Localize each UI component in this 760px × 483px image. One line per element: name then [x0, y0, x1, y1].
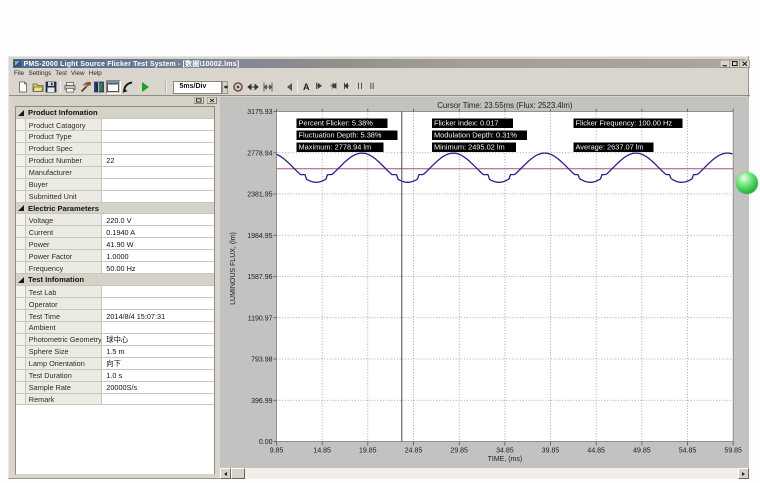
svg-text:396.99: 396.99 — [251, 397, 273, 404]
svg-text:Cursor Time: 23.55ms (Flux: 25: Cursor Time: 23.55ms (Flux: 2523.4lm) — [437, 101, 573, 110]
svg-text:24.85: 24.85 — [404, 447, 422, 454]
svg-text:Modulation Depth: 0.31%: Modulation Depth: 0.31% — [434, 130, 517, 139]
svg-text:2381.95: 2381.95 — [247, 191, 272, 198]
svg-text:Percent Flicker: 5.38%: Percent Flicker: 5.38% — [298, 118, 373, 127]
svg-text:2778.94: 2778.94 — [247, 150, 272, 157]
svg-text:Maximum: 2778.94 lm: Maximum: 2778.94 lm — [298, 142, 371, 151]
svg-text:TIME, (ms): TIME, (ms) — [487, 456, 522, 463]
svg-text:1587.96: 1587.96 — [247, 274, 272, 281]
svg-text:1984.95: 1984.95 — [247, 232, 272, 239]
svg-text:39.85: 39.85 — [541, 447, 559, 454]
svg-text:Flicker Index: 0.017: Flicker Index: 0.017 — [434, 118, 499, 127]
svg-text:1190.97: 1190.97 — [247, 315, 272, 322]
svg-text:3175.93: 3175.93 — [247, 109, 272, 116]
svg-text:59.85: 59.85 — [724, 447, 742, 454]
svg-text:0.00: 0.00 — [258, 439, 272, 446]
svg-text:LUMINOUS FLUX, (lm): LUMINOUS FLUX, (lm) — [230, 232, 237, 305]
svg-text:54.85: 54.85 — [678, 447, 696, 454]
svg-text:34.85: 34.85 — [496, 447, 514, 454]
svg-text:29.85: 29.85 — [450, 447, 468, 454]
svg-text:19.85: 19.85 — [359, 447, 377, 454]
svg-text:Minimum: 2495.02 lm: Minimum: 2495.02 lm — [434, 142, 505, 151]
svg-text:9.85: 9.85 — [269, 447, 283, 454]
svg-text:Flicker Frequency: 100.00 Hz: Flicker Frequency: 100.00 Hz — [575, 118, 672, 127]
svg-text:49.85: 49.85 — [633, 447, 651, 454]
svg-text:44.85: 44.85 — [587, 447, 605, 454]
svg-text:Average: 2637.07 lm: Average: 2637.07 lm — [575, 142, 643, 151]
svg-text:Fluctuation Depth: 5.38%: Fluctuation Depth: 5.38% — [298, 130, 381, 139]
svg-text:793.98: 793.98 — [251, 356, 273, 363]
svg-text:14.85: 14.85 — [313, 447, 331, 454]
